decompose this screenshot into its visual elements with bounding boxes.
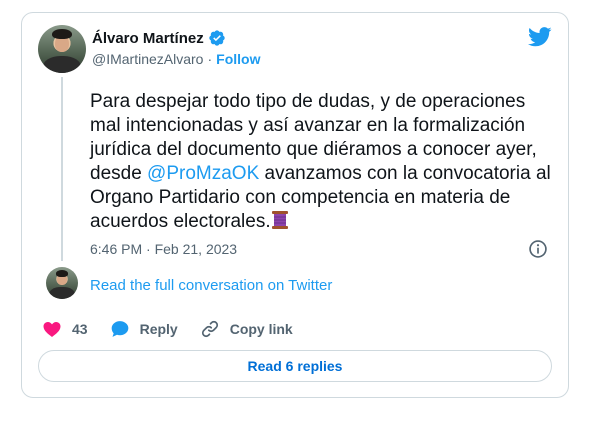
author-handle[interactable]: @IMartinezAlvaro <box>92 51 203 67</box>
author-avatar[interactable] <box>38 25 86 73</box>
reply-bubble-icon <box>111 321 128 337</box>
reply-button[interactable]: Reply <box>110 319 178 339</box>
read-full-conversation-link[interactable]: Read the full conversation on Twitter <box>90 277 332 294</box>
author-handle-row: @IMartinezAlvaro · Follow <box>92 51 260 67</box>
heart-icon <box>43 322 61 337</box>
like-count: 43 <box>72 321 88 337</box>
read-replies-label: Read 6 replies <box>247 358 343 374</box>
info-icon[interactable] <box>528 239 548 259</box>
reply-label: Reply <box>139 321 178 337</box>
author-display-name[interactable]: Álvaro Martínez <box>92 30 204 47</box>
reply-author-avatar[interactable] <box>46 267 78 299</box>
follow-link[interactable]: Follow <box>216 51 260 67</box>
twitter-bird-icon[interactable] <box>528 27 552 47</box>
verified-badge-icon <box>209 30 225 46</box>
tweet-card: Álvaro Martínez @IMartinezAlvaro · Follo… <box>21 12 569 398</box>
copy-link-button[interactable]: Copy link <box>200 319 293 339</box>
author-name-row[interactable]: Álvaro Martínez <box>92 29 226 47</box>
thread-spool-icon <box>271 211 288 229</box>
thread-line <box>61 77 63 261</box>
tweet-text: Para despejar todo tipo de dudas, y de o… <box>90 90 560 234</box>
read-replies-button[interactable]: Read 6 replies <box>38 350 552 382</box>
like-button[interactable]: 43 <box>42 319 88 339</box>
tweet-actions: 43 Reply Copy link <box>42 319 315 339</box>
link-icon <box>201 320 218 338</box>
tweet-timestamp[interactable]: 6:46 PM · Feb 21, 2023 <box>90 241 237 257</box>
mention-link[interactable]: @ProMzaOK <box>147 163 259 184</box>
separator-dot: · <box>207 51 213 67</box>
copy-link-label: Copy link <box>229 321 293 337</box>
